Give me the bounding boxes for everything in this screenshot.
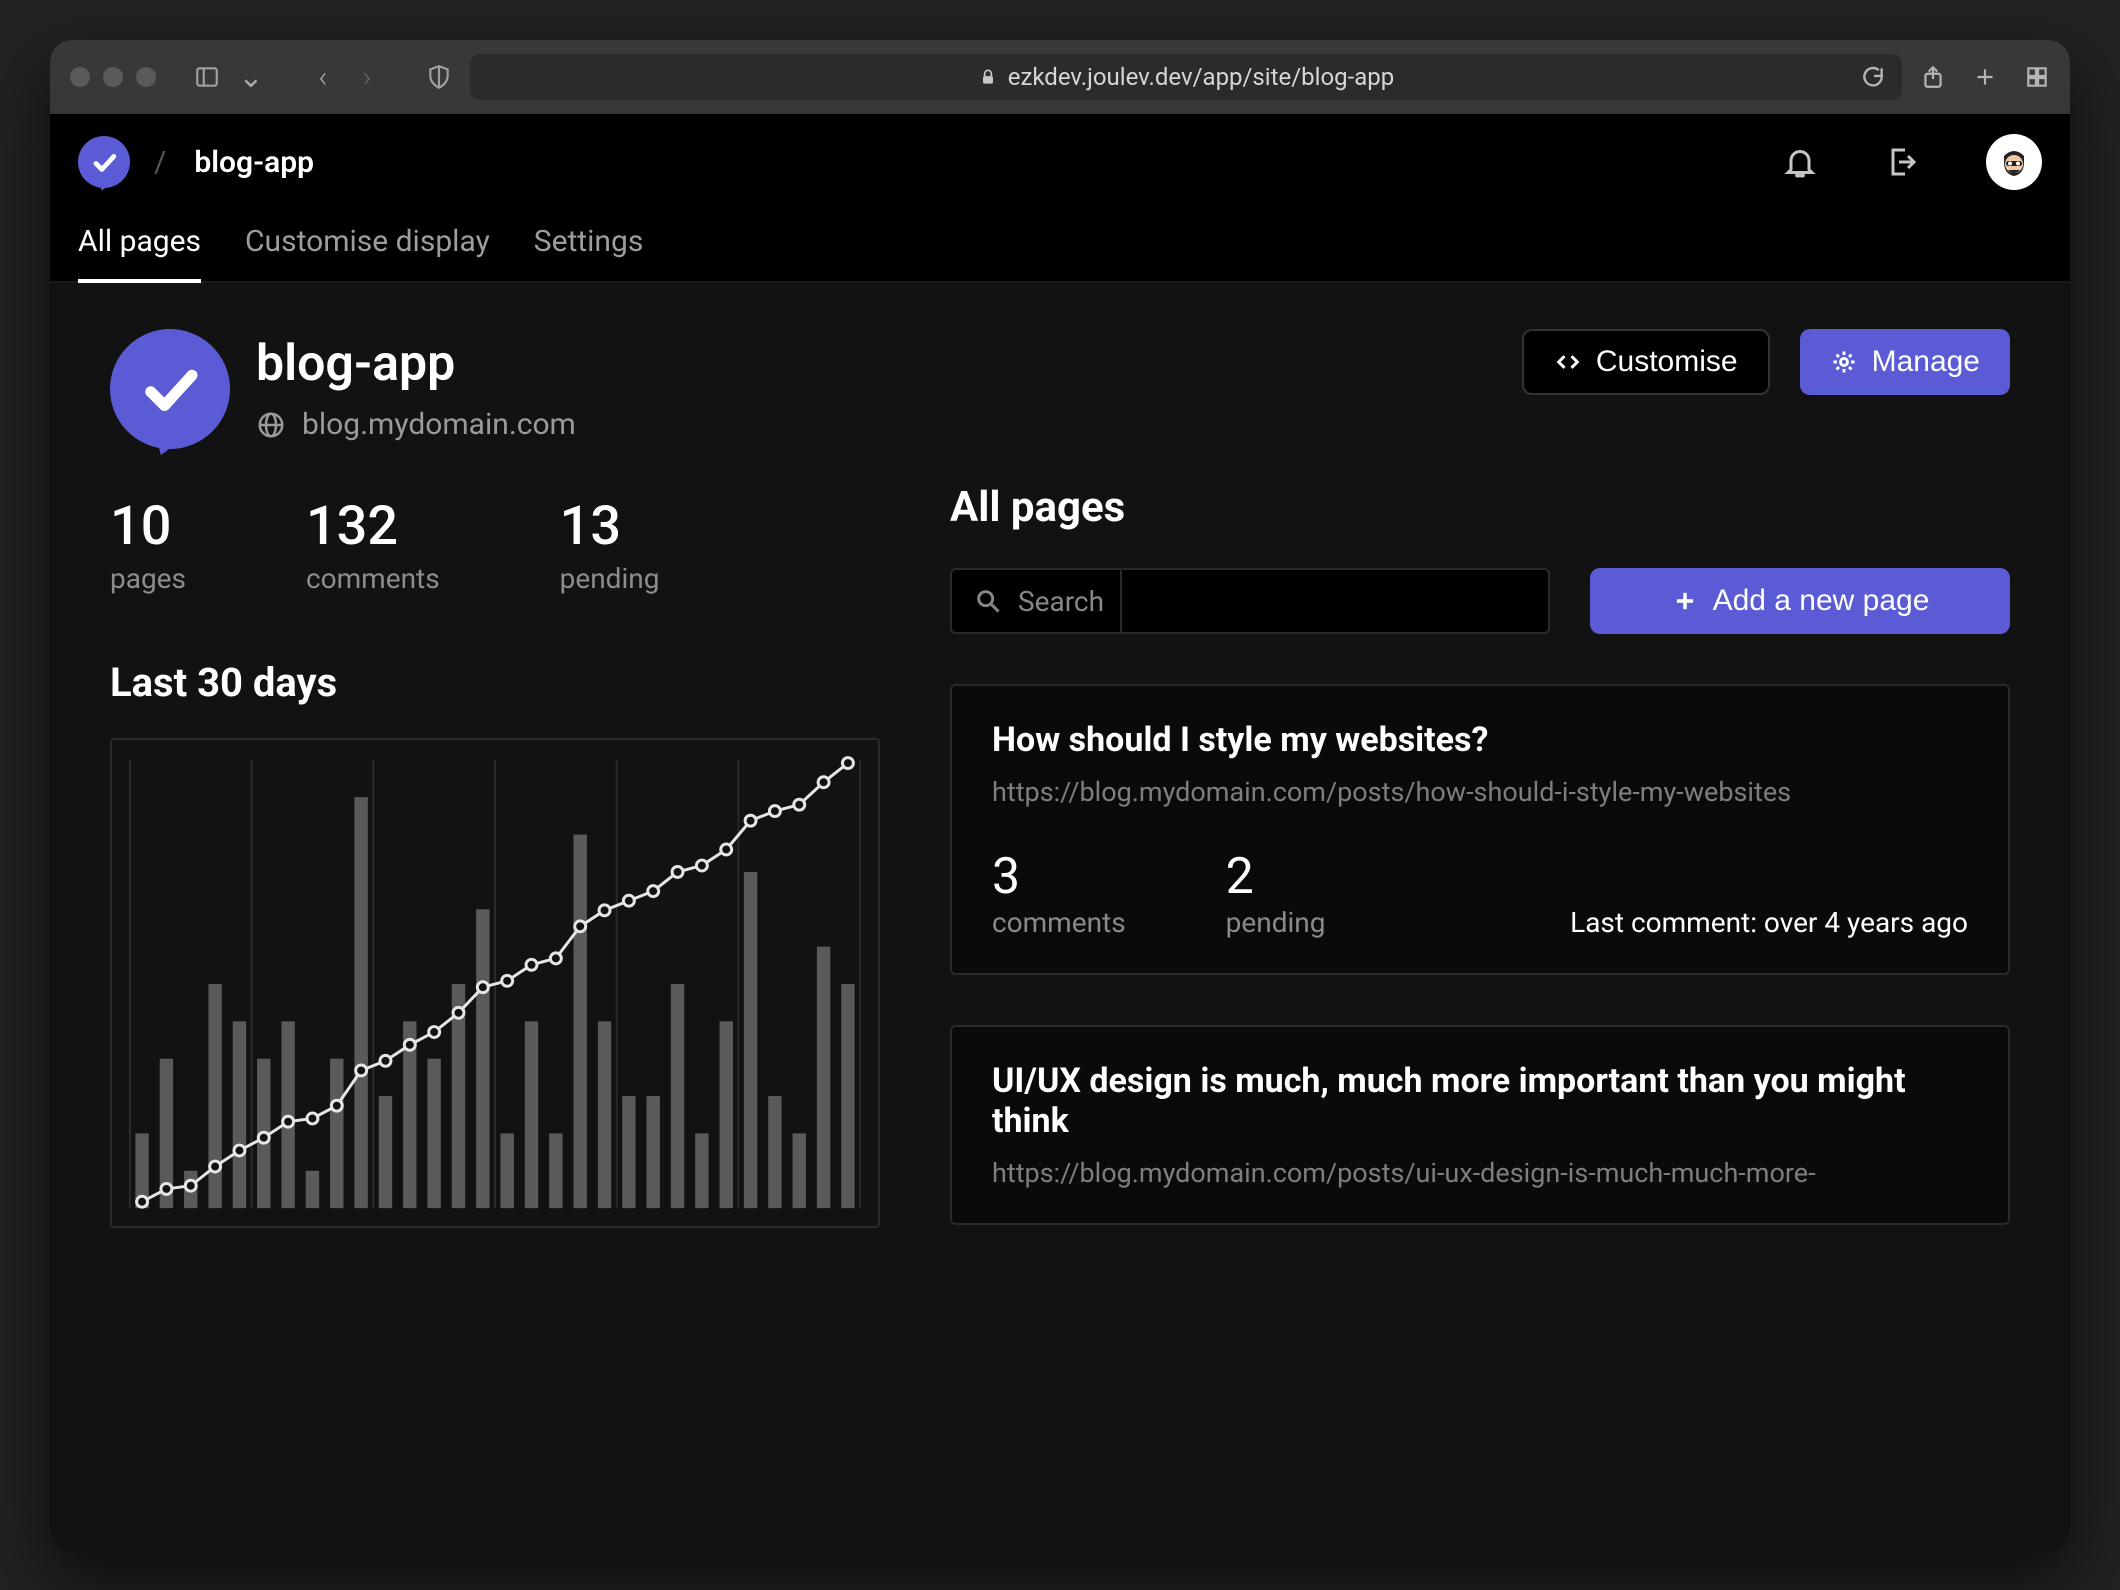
page-card-comments-label: comments: [992, 906, 1126, 939]
page-card-pending: 2 pending: [1226, 848, 1326, 939]
add-page-button-label: Add a new page: [1713, 584, 1930, 618]
browser-chrome: ⌄ ‹ › ezkdev.joulev.dev/app/site/blog-ap…: [50, 40, 2070, 114]
page-card-title: How should I style my websites?: [992, 720, 1968, 760]
activity-chart: [110, 738, 880, 1228]
page-card-comments: 3 comments: [992, 848, 1126, 939]
stats-row: 10 pages 132 comments 13 pending: [110, 495, 880, 595]
logout-icon[interactable]: [1884, 144, 1920, 180]
page-card[interactable]: How should I style my websites? https://…: [950, 684, 2010, 975]
traffic-lights: [70, 67, 156, 87]
pages-section-title: All pages: [950, 483, 2010, 532]
site-domain[interactable]: blog.mydomain.com: [256, 407, 576, 442]
avatar[interactable]: [1986, 134, 2042, 190]
maximize-window-icon[interactable]: [136, 67, 156, 87]
page-card-title: UI/UX design is much, much more importan…: [992, 1061, 1968, 1141]
url-bar[interactable]: ezkdev.joulev.dev/app/site/blog-app: [470, 54, 1902, 100]
tabs-overview-icon[interactable]: [2024, 64, 2050, 90]
customise-button[interactable]: Customise: [1522, 329, 1770, 395]
manage-button-label: Manage: [1872, 345, 1980, 379]
page-card-last-comment: Last comment: over 4 years ago: [1570, 906, 1968, 939]
site-logo: [110, 329, 230, 449]
page-card-url: https://blog.mydomain.com/posts/ui-ux-de…: [992, 1157, 1968, 1189]
share-icon[interactable]: [1920, 64, 1946, 90]
breadcrumb-site[interactable]: blog-app: [194, 145, 314, 180]
search-box[interactable]: Search: [950, 568, 1550, 634]
search-icon: [974, 587, 1002, 615]
site-name: blog-app: [256, 335, 576, 393]
page-card-pending-label: pending: [1226, 906, 1326, 939]
site-domain-text: blog.mydomain.com: [302, 407, 576, 442]
tab-customise-display[interactable]: Customise display: [245, 210, 490, 281]
chevron-down-icon[interactable]: ⌄: [238, 64, 264, 90]
page-card-comments-value: 3: [992, 848, 1126, 906]
stat-comments-value: 132: [306, 495, 440, 558]
sidebar-toggle-icon[interactable]: [194, 64, 220, 90]
shield-icon[interactable]: [426, 64, 452, 90]
bell-icon[interactable]: [1782, 144, 1818, 180]
page-body: blog-app blog.mydomain.com Customise Man…: [50, 283, 2070, 1550]
tab-all-pages[interactable]: All pages: [78, 210, 201, 283]
gear-icon: [1830, 348, 1858, 376]
stat-pending: 13 pending: [560, 495, 660, 595]
manage-button[interactable]: Manage: [1800, 329, 2010, 395]
stat-pages: 10 pages: [110, 495, 186, 595]
customise-button-label: Customise: [1596, 345, 1738, 379]
page-card[interactable]: UI/UX design is much, much more importan…: [950, 1025, 2010, 1225]
stat-pending-label: pending: [560, 562, 660, 595]
app-logo[interactable]: [78, 136, 130, 188]
tabs: All pages Customise display Settings: [50, 210, 2070, 283]
breadcrumb-separator: /: [154, 145, 166, 180]
plus-icon: [1671, 587, 1699, 615]
app-header: / blog-app: [50, 114, 2070, 210]
tab-settings[interactable]: Settings: [534, 210, 644, 281]
chart-title: Last 30 days: [110, 659, 880, 706]
stat-comments: 132 comments: [306, 495, 440, 595]
close-window-icon[interactable]: [70, 67, 90, 87]
page-card-pending-value: 2: [1226, 848, 1326, 906]
stat-pages-value: 10: [110, 495, 186, 558]
code-icon: [1554, 348, 1582, 376]
stat-comments-label: comments: [306, 562, 440, 595]
forward-icon[interactable]: ›: [354, 64, 380, 90]
add-page-button[interactable]: Add a new page: [1590, 568, 2010, 634]
back-icon[interactable]: ‹: [310, 64, 336, 90]
reload-icon[interactable]: [1860, 64, 1886, 90]
minimize-window-icon[interactable]: [103, 67, 123, 87]
search-label: Search: [1018, 585, 1104, 618]
url-text: ezkdev.joulev.dev/app/site/blog-app: [1008, 63, 1395, 91]
page-card-url: https://blog.mydomain.com/posts/how-shou…: [992, 776, 1968, 808]
stat-pages-label: pages: [110, 562, 186, 595]
lock-icon: [978, 67, 998, 87]
new-tab-icon[interactable]: [1972, 64, 1998, 90]
browser-window: ⌄ ‹ › ezkdev.joulev.dev/app/site/blog-ap…: [50, 40, 2070, 1550]
stat-pending-value: 13: [560, 495, 660, 558]
search-input[interactable]: [1120, 570, 1526, 632]
globe-icon: [256, 410, 286, 440]
